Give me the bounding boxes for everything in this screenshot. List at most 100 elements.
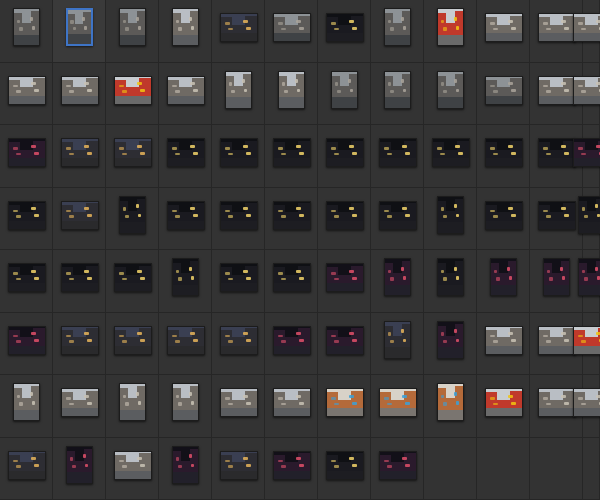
- photo-thumbnail[interactable]: [379, 450, 417, 480]
- thumbnail-cell[interactable]: [318, 437, 371, 500]
- thumbnail-cell[interactable]: [318, 0, 371, 63]
- thumbnail-cell[interactable]: [371, 62, 424, 125]
- photo-thumbnail[interactable]: [437, 195, 464, 234]
- thumbnail-cell[interactable]: [318, 312, 371, 375]
- thumbnail-cell[interactable]: [573, 312, 600, 375]
- photo-thumbnail[interactable]: [379, 388, 417, 417]
- thumbnail-cell[interactable]: [53, 437, 106, 500]
- thumbnail-cell[interactable]: [265, 375, 318, 438]
- thumbnail-cell[interactable]: [106, 250, 159, 313]
- photo-thumbnail[interactable]: [573, 325, 600, 355]
- photo-thumbnail[interactable]: [490, 258, 517, 296]
- thumbnail-cell[interactable]: [578, 250, 600, 313]
- photo-thumbnail[interactable]: [538, 200, 576, 230]
- thumbnail-cell[interactable]: [424, 187, 477, 250]
- photo-thumbnail[interactable]: [273, 138, 311, 167]
- thumbnail-cell[interactable]: [477, 0, 530, 63]
- photo-thumbnail[interactable]: [379, 200, 417, 230]
- photo-thumbnail[interactable]: [119, 195, 146, 234]
- photo-thumbnail[interactable]: [61, 325, 99, 355]
- thumbnail-cell[interactable]: [477, 187, 530, 250]
- photo-thumbnail[interactable]: [66, 8, 93, 46]
- thumbnail-cell[interactable]: [573, 375, 600, 438]
- photo-thumbnail[interactable]: [437, 70, 464, 109]
- thumbnail-cell[interactable]: [318, 250, 371, 313]
- thumbnail-cell[interactable]: [573, 125, 600, 188]
- thumbnail-cell[interactable]: [424, 312, 477, 375]
- thumbnail-cell[interactable]: [212, 312, 265, 375]
- thumbnail-cell[interactable]: [318, 375, 371, 438]
- photo-thumbnail[interactable]: [167, 325, 205, 355]
- photo-thumbnail[interactable]: [384, 70, 411, 109]
- thumbnail-cell[interactable]: [578, 187, 600, 250]
- thumbnail-cell[interactable]: [159, 312, 212, 375]
- thumbnail-cell[interactable]: [106, 375, 159, 438]
- photo-thumbnail[interactable]: [437, 383, 464, 421]
- photo-thumbnail[interactable]: [8, 450, 46, 480]
- thumbnail-cell[interactable]: [0, 125, 53, 188]
- photo-thumbnail[interactable]: [432, 138, 470, 167]
- photo-thumbnail[interactable]: [220, 325, 258, 355]
- thumbnail-cell[interactable]: [265, 62, 318, 125]
- thumbnail-cell[interactable]: [265, 125, 318, 188]
- photo-thumbnail[interactable]: [8, 75, 46, 105]
- thumbnail-cell[interactable]: [212, 375, 265, 438]
- photo-thumbnail[interactable]: [573, 75, 600, 105]
- thumbnail-cell[interactable]: [106, 437, 159, 500]
- photo-thumbnail[interactable]: [114, 263, 152, 292]
- photo-thumbnail[interactable]: [119, 383, 146, 421]
- photo-thumbnail[interactable]: [485, 13, 523, 42]
- photo-thumbnail[interactable]: [66, 445, 93, 484]
- thumbnail-cell[interactable]: [573, 0, 600, 63]
- thumbnail-cell[interactable]: [424, 62, 477, 125]
- photo-thumbnail[interactable]: [220, 263, 258, 292]
- photo-thumbnail[interactable]: [220, 200, 258, 230]
- thumbnail-cell[interactable]: [0, 312, 53, 375]
- photo-thumbnail[interactable]: [485, 388, 523, 417]
- thumbnail-cell[interactable]: [53, 125, 106, 188]
- photo-thumbnail[interactable]: [273, 450, 311, 480]
- thumbnail-cell[interactable]: [530, 187, 583, 250]
- photo-thumbnail[interactable]: [578, 195, 600, 234]
- photo-thumbnail[interactable]: [220, 450, 258, 480]
- photo-thumbnail[interactable]: [114, 325, 152, 355]
- thumbnail-cell[interactable]: [212, 187, 265, 250]
- thumbnail-cell[interactable]: [106, 312, 159, 375]
- photo-thumbnail[interactable]: [61, 75, 99, 105]
- photo-thumbnail[interactable]: [437, 320, 464, 359]
- thumbnail-cell[interactable]: [477, 62, 530, 125]
- photo-thumbnail[interactable]: [384, 8, 411, 46]
- photo-thumbnail[interactable]: [538, 138, 576, 167]
- thumbnail-cell[interactable]: [265, 0, 318, 63]
- photo-thumbnail[interactable]: [167, 138, 205, 167]
- photo-thumbnail[interactable]: [61, 138, 99, 167]
- thumbnail-cell[interactable]: [424, 125, 477, 188]
- thumbnail-cell[interactable]: [371, 125, 424, 188]
- thumbnail-cell[interactable]: [0, 250, 53, 313]
- thumbnail-cell[interactable]: [265, 250, 318, 313]
- thumbnail-cell[interactable]: [53, 375, 106, 438]
- photo-thumbnail[interactable]: [326, 263, 364, 292]
- photo-thumbnail[interactable]: [538, 75, 576, 105]
- thumbnail-cell[interactable]: [371, 0, 424, 63]
- photo-thumbnail[interactable]: [61, 388, 99, 417]
- photo-thumbnail[interactable]: [538, 388, 576, 417]
- thumbnail-cell[interactable]: [0, 187, 53, 250]
- photo-thumbnail[interactable]: [326, 200, 364, 230]
- thumbnail-cell[interactable]: [53, 62, 106, 125]
- photo-thumbnail[interactable]: [273, 200, 311, 230]
- photo-thumbnail[interactable]: [8, 200, 46, 230]
- photo-thumbnail[interactable]: [172, 445, 199, 484]
- thumbnail-cell[interactable]: [573, 62, 600, 125]
- photo-thumbnail[interactable]: [8, 138, 46, 167]
- thumbnail-cell[interactable]: [212, 0, 265, 63]
- photo-thumbnail[interactable]: [273, 263, 311, 292]
- thumbnail-cell[interactable]: [265, 187, 318, 250]
- photo-thumbnail[interactable]: [578, 258, 600, 296]
- photo-thumbnail[interactable]: [573, 138, 600, 167]
- photo-thumbnail[interactable]: [573, 388, 600, 417]
- thumbnail-cell[interactable]: [265, 312, 318, 375]
- photo-thumbnail[interactable]: [543, 258, 570, 296]
- photo-thumbnail[interactable]: [326, 325, 364, 355]
- thumbnail-cell[interactable]: [371, 312, 424, 375]
